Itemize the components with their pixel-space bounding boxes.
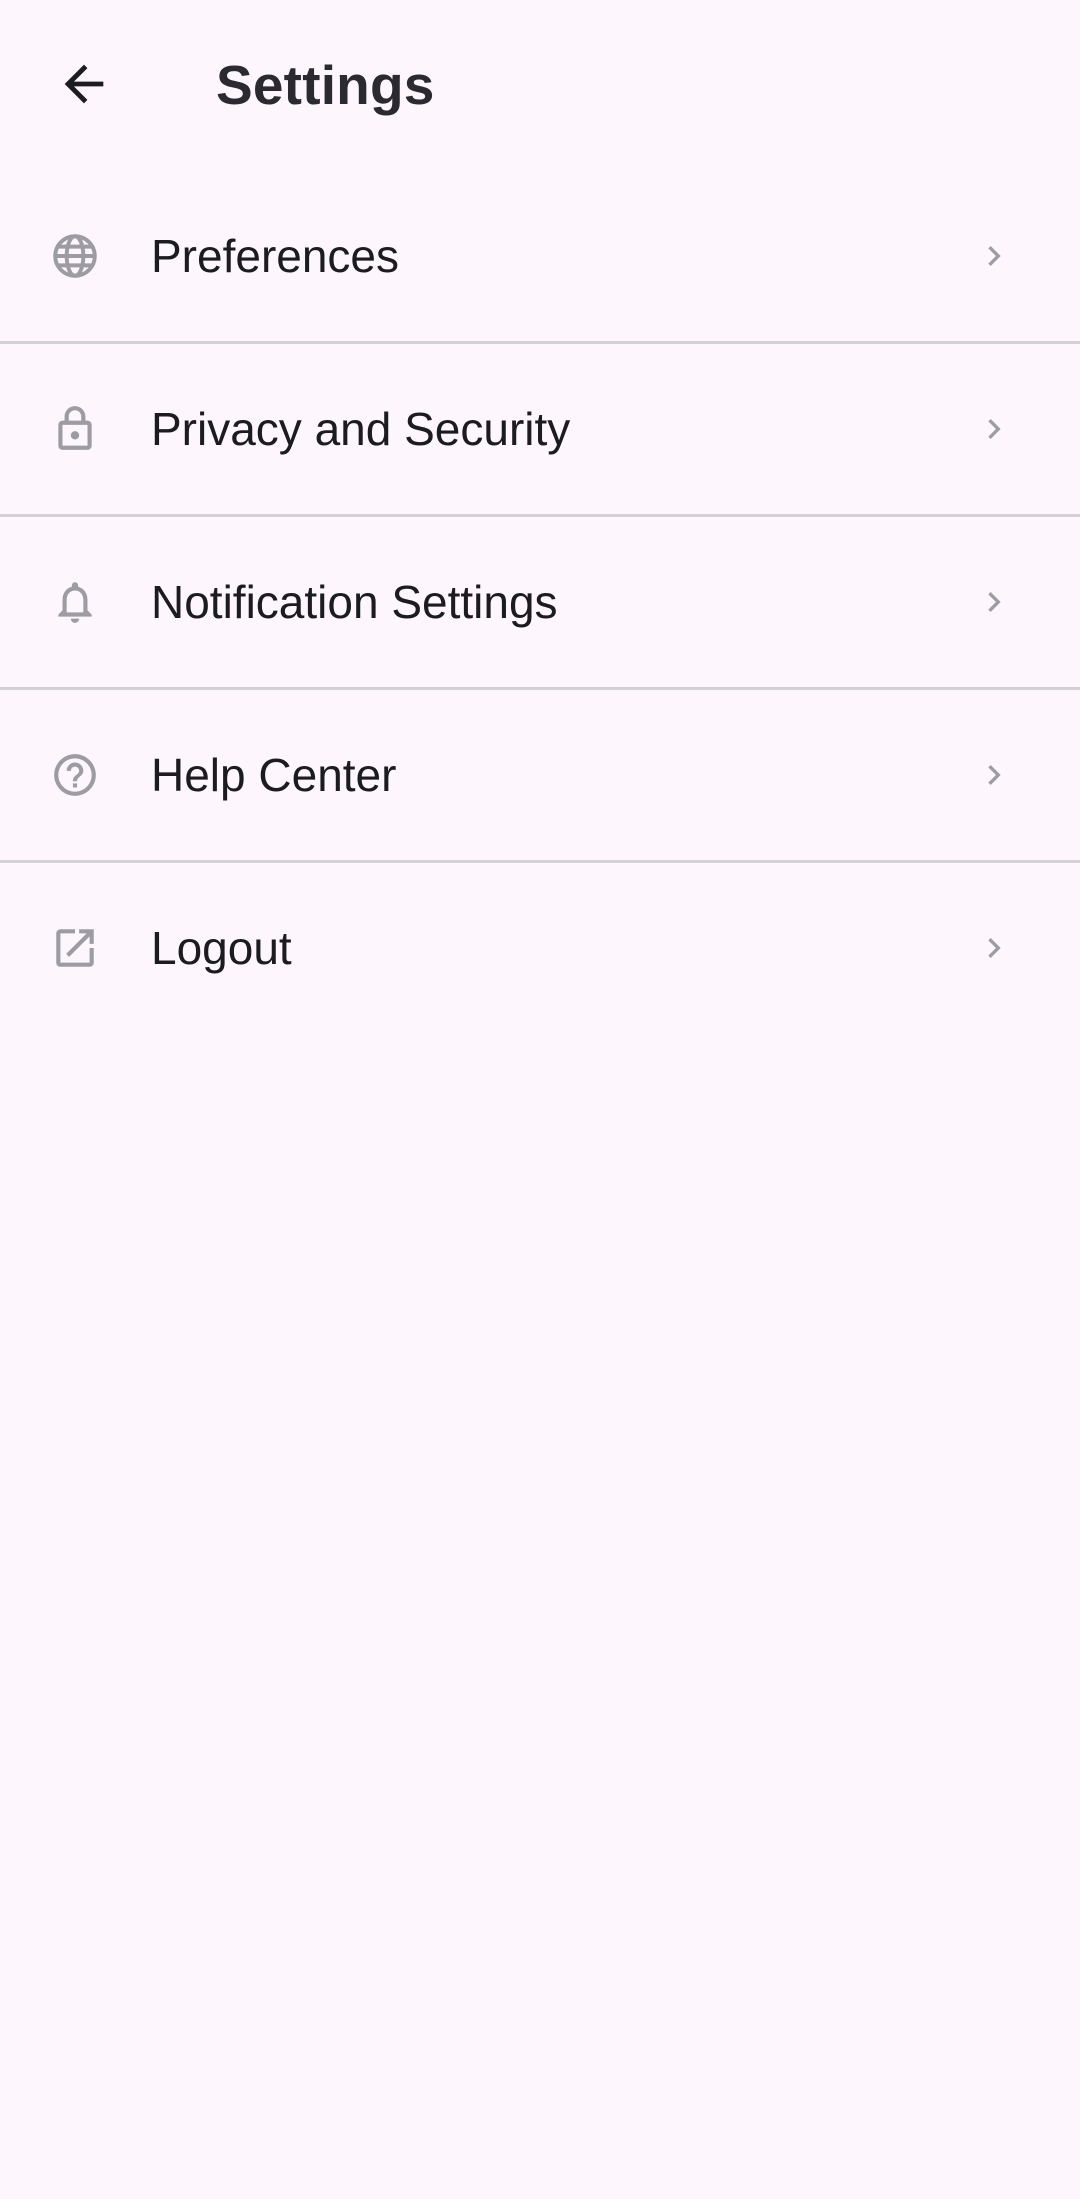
arrow-back-icon xyxy=(64,64,104,104)
lock-icon xyxy=(50,404,100,454)
app-bar: Settings xyxy=(0,0,1080,171)
settings-item-privacy-security[interactable]: Privacy and Security xyxy=(0,344,1080,517)
settings-item-preferences[interactable]: Preferences xyxy=(0,171,1080,344)
settings-item-help-center[interactable]: Help Center xyxy=(0,690,1080,863)
chevron-right-icon xyxy=(974,928,1014,968)
settings-item-label: Privacy and Security xyxy=(151,403,571,455)
settings-list: Preferences Privacy and Security Notific… xyxy=(0,171,1080,1033)
chevron-right-icon xyxy=(974,409,1014,449)
open-external-icon xyxy=(50,923,100,973)
help-circle-icon xyxy=(50,750,100,800)
globe-icon xyxy=(50,231,100,281)
settings-item-label: Help Center xyxy=(151,749,397,801)
settings-item-label: Preferences xyxy=(151,230,400,282)
page-title: Settings xyxy=(216,54,435,116)
settings-item-label: Logout xyxy=(151,922,292,974)
back-button[interactable] xyxy=(42,42,126,126)
settings-item-logout[interactable]: Logout xyxy=(0,863,1080,1033)
settings-item-label: Notification Settings xyxy=(151,576,558,628)
settings-item-notifications[interactable]: Notification Settings xyxy=(0,517,1080,690)
chevron-right-icon xyxy=(974,236,1014,276)
bell-icon xyxy=(50,577,100,627)
chevron-right-icon xyxy=(974,582,1014,622)
chevron-right-icon xyxy=(974,755,1014,795)
